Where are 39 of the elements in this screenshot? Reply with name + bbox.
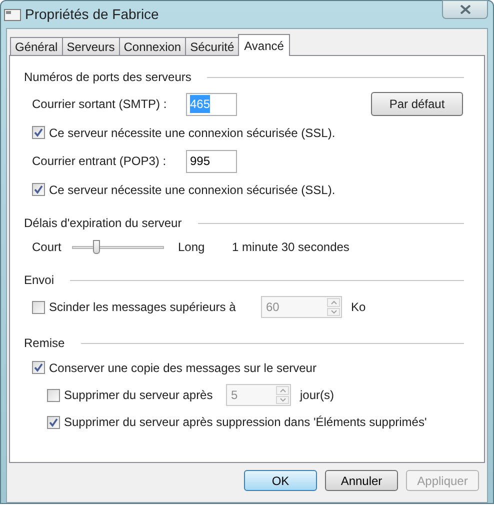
dialog-button[interactable]: Annuler [325, 470, 398, 491]
section-title: Numéros de ports des serveurs [24, 69, 192, 86]
close-icon [460, 5, 470, 14]
checkmark-icon [34, 128, 43, 137]
section-title: Délais d'expiration du serveur [24, 215, 182, 232]
checkbox[interactable] [47, 416, 60, 428]
window-icon [4, 7, 21, 22]
checkbox[interactable] [32, 183, 45, 196]
checkbox[interactable] [32, 126, 45, 139]
input-field[interactable]: 995 [186, 150, 237, 172]
checkbox-label: Supprimer du serveur après [64, 387, 214, 404]
checkbox[interactable] [32, 361, 45, 374]
checkbox-label: Scinder les messages supérieurs à [49, 299, 237, 316]
field-label: Courrier sortant (SMTP) : [32, 96, 168, 113]
tab[interactable]: Avancé [238, 34, 290, 56]
window-title: Propriétés de Fabrice [25, 5, 159, 24]
tab[interactable]: Général [10, 37, 63, 55]
field-label: Courrier entrant (POP3) : [32, 153, 168, 170]
checkbox-label: Conserver une copie des messages sur le serveur [49, 360, 316, 376]
checkmark-icon [34, 185, 43, 194]
unit-label: Ko [351, 299, 366, 316]
section-title: Envoi [24, 272, 54, 289]
slider-max-label: Long [178, 239, 206, 256]
default-button[interactable]: Par défaut [371, 92, 463, 116]
tab[interactable]: Connexion [118, 37, 186, 55]
checkbox-label: Supprimer du serveur après suppression dans 'Éléments supprimés' [64, 414, 427, 431]
slider-min-label: Court [32, 239, 62, 256]
unit-label: jour(s) [300, 387, 334, 404]
tab[interactable]: Serveurs [62, 37, 120, 55]
tab[interactable]: Sécurité [185, 37, 240, 55]
timeout-value: 1 minute 30 secondes [232, 239, 350, 256]
slider-thumb[interactable] [92, 240, 100, 254]
checkbox-label: Ce serveur nécessite une connexion sécurisée (SSL). [49, 182, 336, 198]
close-button[interactable] [442, 0, 488, 19]
checkmark-icon [34, 363, 43, 372]
checkbox-label: Ce serveur nécessite une connexion sécurisée (SSL). [49, 124, 336, 142]
checkmark-icon [49, 418, 58, 426]
section-title: Remise [24, 335, 65, 352]
dialog-button[interactable]: OK [244, 470, 317, 491]
